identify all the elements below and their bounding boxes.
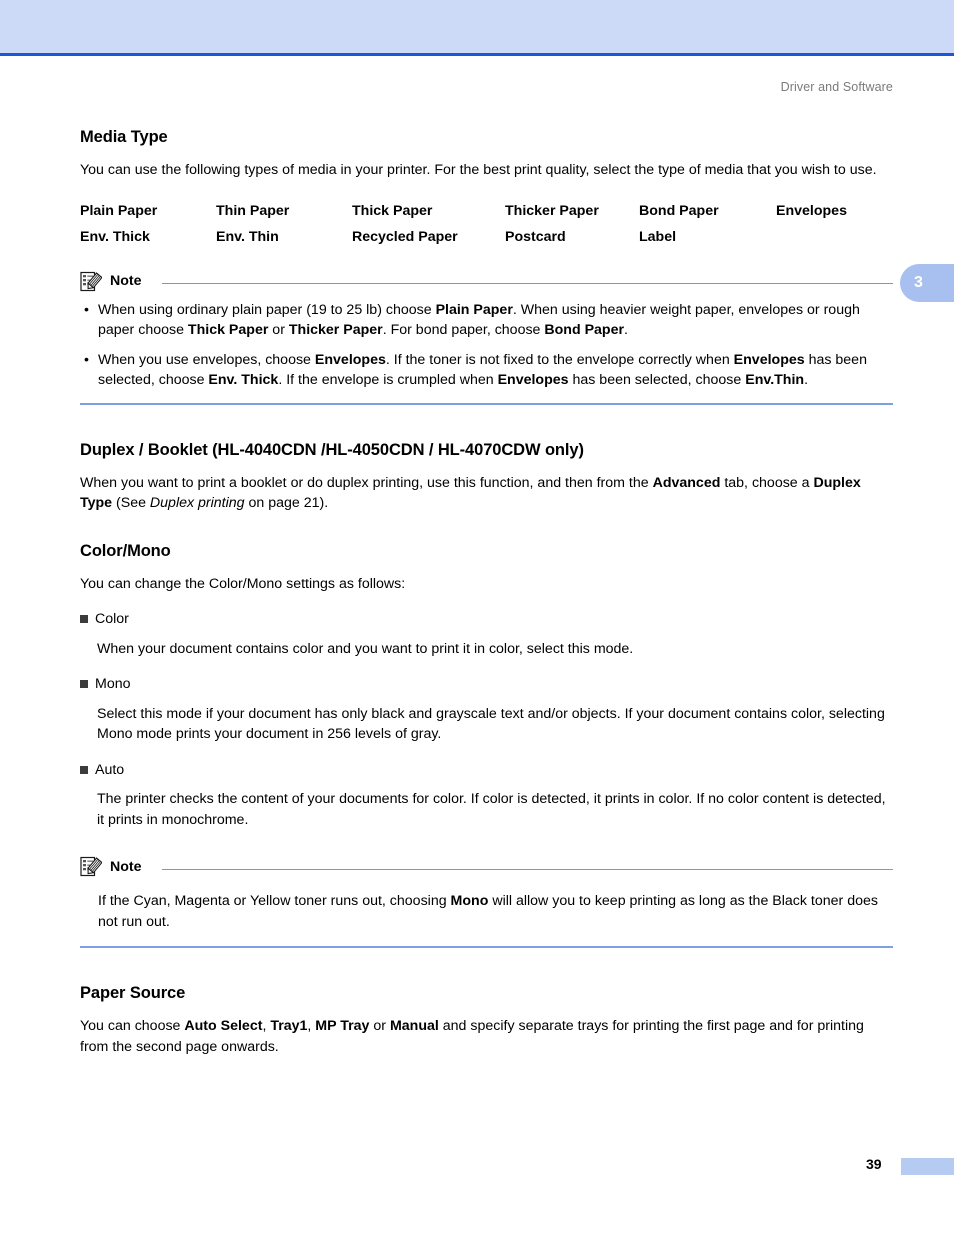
media-type-cell: Bond Paper: [639, 202, 719, 219]
text-part: on page 21).: [244, 495, 329, 511]
note-text-bold: Plain Paper: [435, 301, 513, 318]
note-text-part: When you use envelopes, choose: [98, 351, 315, 368]
bullet-dot-icon: •: [84, 351, 89, 368]
media-type-cell: Label: [639, 228, 677, 245]
note-text-part: If the Cyan, Magenta or Yellow toner run…: [98, 893, 451, 910]
media-type-cell: [776, 229, 893, 245]
note-body: If the Cyan, Magenta or Yellow toner run…: [80, 891, 893, 932]
bullet-dot-icon: •: [84, 301, 89, 318]
square-bullet-icon: [80, 680, 88, 688]
note-text-part: has been selected, choose: [568, 372, 746, 388]
note-body: • When using ordinary plain paper (19 to …: [80, 300, 893, 391]
color-mono-option-color: Color: [80, 609, 893, 630]
page-top-band: [0, 0, 954, 53]
note-text-part: . If the envelope is crumpled when: [278, 372, 498, 388]
note-header: Note: [80, 271, 893, 292]
color-mono-option-label: Auto: [95, 761, 125, 778]
note-text-part: .: [624, 322, 628, 338]
square-bullet-icon: [80, 615, 88, 623]
note-text-bold: Envelopes: [497, 372, 569, 388]
note-text-part: . If the toner is not fixed to the envel…: [385, 351, 734, 368]
note-block-color-mono: Note If the Cyan, Magenta or Yellow tone…: [80, 856, 893, 949]
media-type-cell: Env. Thin: [216, 228, 279, 245]
chapter-tab-number: 3: [914, 274, 923, 291]
text-bold: MP Tray: [315, 1018, 370, 1035]
note-text-part: or: [268, 322, 289, 338]
page-content: Media Type You can use the following typ…: [80, 128, 893, 1057]
color-mono-option-auto: Auto: [80, 760, 893, 781]
color-mono-option-label: Mono: [95, 676, 131, 692]
note-text-bold: Bond Paper: [544, 322, 625, 338]
note-header-rule: [161, 283, 893, 284]
note-block-media-type: Note • When using ordinary plain paper (1…: [80, 271, 893, 405]
media-type-cell: Env. Thick: [80, 228, 150, 245]
note-text: If the Cyan, Magenta or Yellow toner run…: [80, 891, 893, 932]
note-pencil-icon: [80, 271, 102, 291]
text-part: tab, choose a: [720, 474, 814, 491]
note-bullet-item: • When you use envelopes, choose Envelope…: [80, 350, 893, 391]
media-type-cell: Plain Paper: [80, 202, 158, 219]
media-type-cell: Recycled Paper: [352, 228, 458, 245]
text-part: or: [369, 1018, 390, 1035]
note-text-bold: Thicker Paper: [288, 322, 383, 338]
note-text-bold: Env. Thick: [208, 372, 279, 388]
note-pencil-icon: [80, 856, 102, 877]
media-type-cell: Thick Paper: [352, 202, 433, 219]
text-bold: Manual: [389, 1018, 439, 1035]
section-heading-color-mono: Color/Mono: [80, 541, 171, 560]
chapter-tab: 3: [900, 264, 954, 302]
page-top-rule: [0, 53, 954, 56]
note-bullet-item: • When using ordinary plain paper (19 to …: [80, 300, 893, 341]
page-number: 39: [866, 1156, 882, 1172]
note-text-bold: Thick Paper: [187, 322, 269, 338]
note-header-rule: [161, 868, 893, 870]
note-text-part: .: [804, 372, 809, 388]
note-header: Note: [80, 856, 893, 877]
media-type-grid: Plain Paper Thin Paper Thick Paper Thick…: [80, 203, 893, 245]
color-mono-intro: You can change the Color/Mono settings a…: [80, 575, 406, 592]
section-heading-paper-source: Paper Source: [80, 984, 186, 1003]
text-bold: Auto Select: [184, 1018, 263, 1035]
color-mono-option-mono: Mono: [80, 674, 893, 695]
text-bold: Tray1: [270, 1018, 308, 1035]
text-part: When you want to print a booklet or do d…: [80, 474, 653, 491]
color-mono-option-description: The printer checks the content of your d…: [97, 791, 886, 828]
note-text-bold: Envelopes: [733, 351, 805, 368]
note-label: Note: [110, 273, 142, 289]
duplex-booklet-text: When you want to print a booklet or do d…: [80, 473, 893, 514]
media-type-intro: You can use the following types of media…: [80, 162, 877, 178]
note-label: Note: [110, 858, 142, 875]
page-footer: 39: [0, 1156, 954, 1178]
note-bullet-list: • When using ordinary plain paper (19 to …: [80, 300, 893, 391]
footer-color-swatch: [901, 1158, 954, 1175]
note-text-part: When using ordinary plain paper (19 to 2…: [98, 301, 436, 318]
paper-source-text: You can choose Auto Select, Tray1, MP Tr…: [80, 1016, 893, 1057]
color-mono-option-description: Select this mode if your document has on…: [97, 705, 885, 743]
media-type-cell: Thicker Paper: [505, 202, 599, 219]
square-bullet-icon: [80, 765, 88, 774]
section-heading-media-type: Media Type: [80, 128, 168, 146]
note-text-bold: Env.Thin: [745, 372, 805, 388]
text-part: (See: [112, 495, 150, 511]
color-mono-option-label: Color: [95, 611, 129, 627]
media-type-cell: Thin Paper: [216, 202, 290, 219]
text-bold: Advanced: [652, 474, 721, 491]
media-type-cell: Postcard: [505, 228, 566, 245]
note-text-bold: Envelopes: [314, 351, 386, 368]
note-text-part: . For bond paper, choose: [382, 322, 545, 338]
section-heading-duplex-booklet: Duplex / Booklet (HL-4040CDN /HL-4050CDN…: [80, 440, 584, 459]
media-type-cell: Envelopes: [776, 202, 847, 219]
running-header: Driver and Software: [780, 80, 893, 94]
text-italic: Duplex printing: [149, 495, 245, 511]
note-text-bold: Mono: [450, 893, 489, 910]
color-mono-option-description: When your document contains color and yo…: [97, 640, 634, 657]
text-part: You can choose: [80, 1018, 185, 1035]
